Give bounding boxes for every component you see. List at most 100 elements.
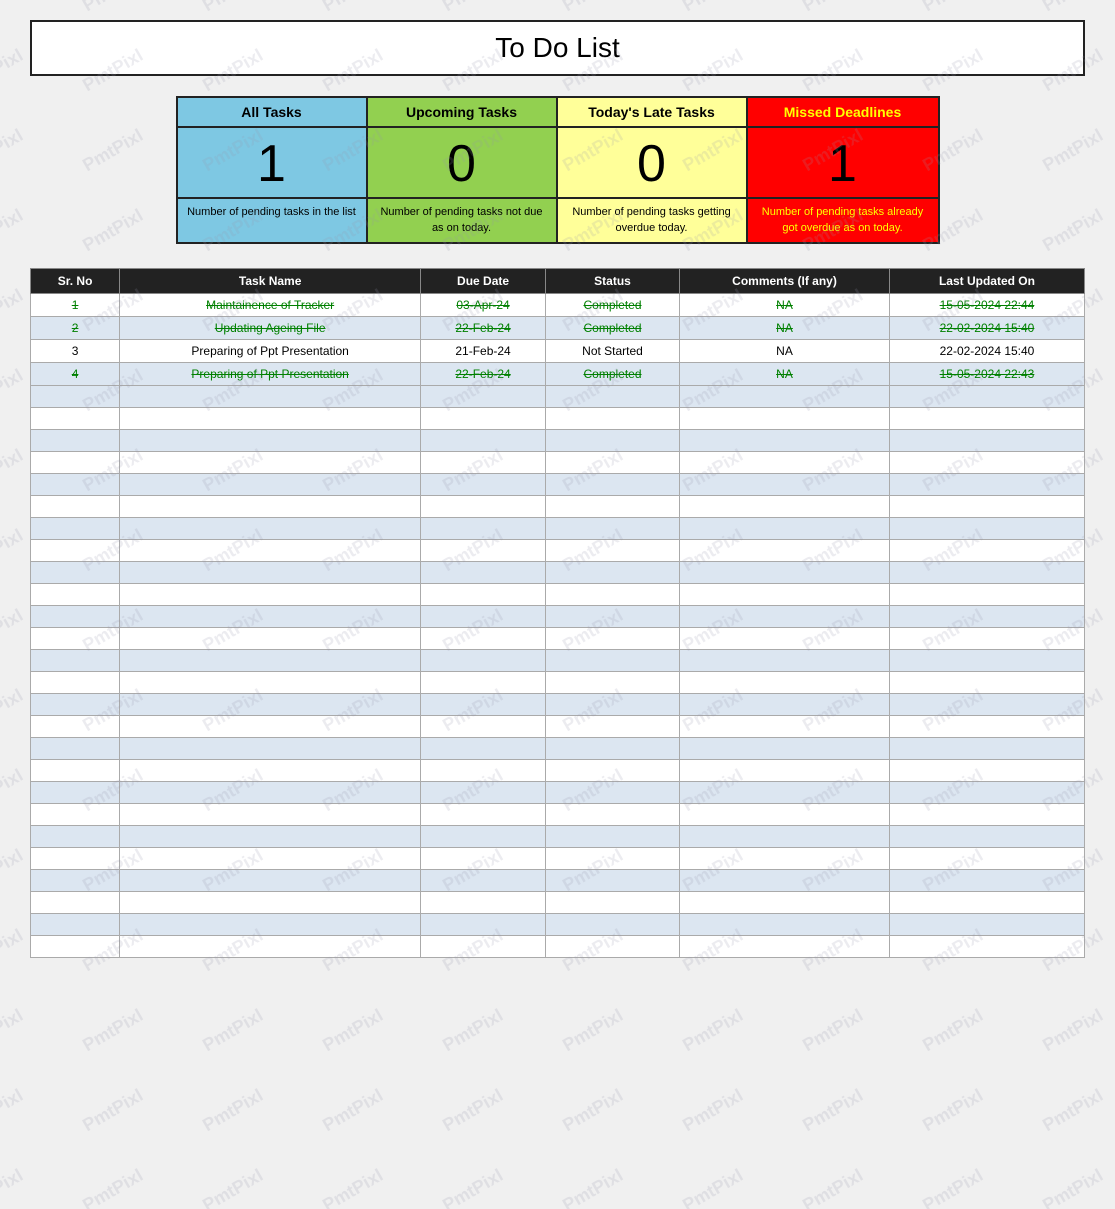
table-cell-empty: [120, 451, 421, 473]
table-cell-empty: [889, 649, 1084, 671]
table-cell-empty: [545, 583, 679, 605]
table-cell-empty: [31, 473, 120, 495]
table-cell-empty: [889, 715, 1084, 737]
table-row: 4Preparing of Ppt Presentation22-Feb-24C…: [31, 362, 1085, 385]
table-row-empty: [31, 385, 1085, 407]
table-row-empty: [31, 671, 1085, 693]
column-header: Status: [545, 268, 679, 293]
table-row-empty: [31, 869, 1085, 891]
table-cell-empty: [680, 737, 890, 759]
table-row-empty: [31, 649, 1085, 671]
card-number: 1: [748, 128, 938, 199]
table-cell-empty: [120, 891, 421, 913]
table-cell-empty: [889, 385, 1084, 407]
table-cell-empty: [421, 517, 546, 539]
table-row-empty: [31, 913, 1085, 935]
column-header: Comments (If any): [680, 268, 890, 293]
table-cell-empty: [545, 561, 679, 583]
table-cell-empty: [545, 451, 679, 473]
table-cell-empty: [31, 671, 120, 693]
table-cell-empty: [421, 407, 546, 429]
table-cell: NA: [680, 316, 890, 339]
table-cell-empty: [889, 825, 1084, 847]
table-cell-empty: [421, 781, 546, 803]
table-cell-empty: [545, 847, 679, 869]
table-cell-empty: [421, 385, 546, 407]
table-cell-empty: [545, 869, 679, 891]
table-cell-empty: [120, 517, 421, 539]
table-cell-empty: [680, 759, 890, 781]
table-cell-empty: [545, 649, 679, 671]
table-cell-empty: [545, 891, 679, 913]
table-cell-empty: [545, 495, 679, 517]
table-cell: 03-Apr-24: [421, 293, 546, 316]
table-cell: Completed: [545, 293, 679, 316]
table-row-empty: [31, 693, 1085, 715]
table-cell-empty: [889, 517, 1084, 539]
table-cell-empty: [120, 759, 421, 781]
table-cell-empty: [120, 539, 421, 561]
summary-cards: All Tasks 1 Number of pending tasks in t…: [176, 96, 940, 244]
table-cell-empty: [421, 759, 546, 781]
table-cell: Completed: [545, 362, 679, 385]
card-header: All Tasks: [178, 98, 366, 128]
table-cell-empty: [421, 451, 546, 473]
table-row-empty: [31, 473, 1085, 495]
table-cell-empty: [421, 825, 546, 847]
table-row-empty: [31, 935, 1085, 957]
table-cell-empty: [120, 935, 421, 957]
table-cell-empty: [31, 935, 120, 957]
table-cell-empty: [120, 561, 421, 583]
table-cell: NA: [680, 339, 890, 362]
table-cell-empty: [421, 935, 546, 957]
table-cell-empty: [31, 869, 120, 891]
table-cell-empty: [680, 451, 890, 473]
table-cell-empty: [889, 407, 1084, 429]
table-cell: 22-02-2024 15:40: [889, 339, 1084, 362]
table-cell-empty: [680, 495, 890, 517]
table-row: 2Updating Ageing File22-Feb-24CompletedN…: [31, 316, 1085, 339]
table-cell-empty: [680, 693, 890, 715]
table-cell-empty: [31, 385, 120, 407]
column-header: Last Updated On: [889, 268, 1084, 293]
table-cell-empty: [31, 561, 120, 583]
table-cell-empty: [31, 737, 120, 759]
page-title: To Do List: [30, 20, 1085, 76]
table-cell-empty: [120, 627, 421, 649]
table-cell-empty: [421, 627, 546, 649]
table-cell-empty: [680, 671, 890, 693]
table-cell-empty: [680, 561, 890, 583]
table-cell-empty: [680, 935, 890, 957]
table-cell-empty: [680, 627, 890, 649]
table-cell: Preparing of Ppt Presentation: [120, 339, 421, 362]
table-row-empty: [31, 539, 1085, 561]
card-header: Missed Deadlines: [748, 98, 938, 128]
table-cell-empty: [889, 429, 1084, 451]
table-cell-empty: [421, 495, 546, 517]
table-cell: NA: [680, 293, 890, 316]
table-cell-empty: [889, 737, 1084, 759]
table-row-empty: [31, 407, 1085, 429]
table-cell-empty: [120, 715, 421, 737]
table-cell-empty: [120, 649, 421, 671]
table-cell-empty: [545, 517, 679, 539]
page-container: To Do List All Tasks 1 Number of pending…: [0, 0, 1115, 978]
table-cell-empty: [545, 693, 679, 715]
table-cell-empty: [31, 451, 120, 473]
table-cell-empty: [31, 759, 120, 781]
table-cell-empty: [680, 825, 890, 847]
table-cell-empty: [680, 649, 890, 671]
table-cell: Preparing of Ppt Presentation: [120, 362, 421, 385]
table-cell-empty: [31, 583, 120, 605]
table-cell: 22-Feb-24: [421, 316, 546, 339]
table-cell: 21-Feb-24: [421, 339, 546, 362]
table-cell-empty: [545, 803, 679, 825]
table-cell-empty: [889, 627, 1084, 649]
table-cell-empty: [120, 583, 421, 605]
table-cell-empty: [31, 649, 120, 671]
table-cell-empty: [889, 781, 1084, 803]
table-row-empty: [31, 517, 1085, 539]
table-cell: Maintainence of Tracker: [120, 293, 421, 316]
table-row-empty: [31, 781, 1085, 803]
table-cell-empty: [421, 429, 546, 451]
